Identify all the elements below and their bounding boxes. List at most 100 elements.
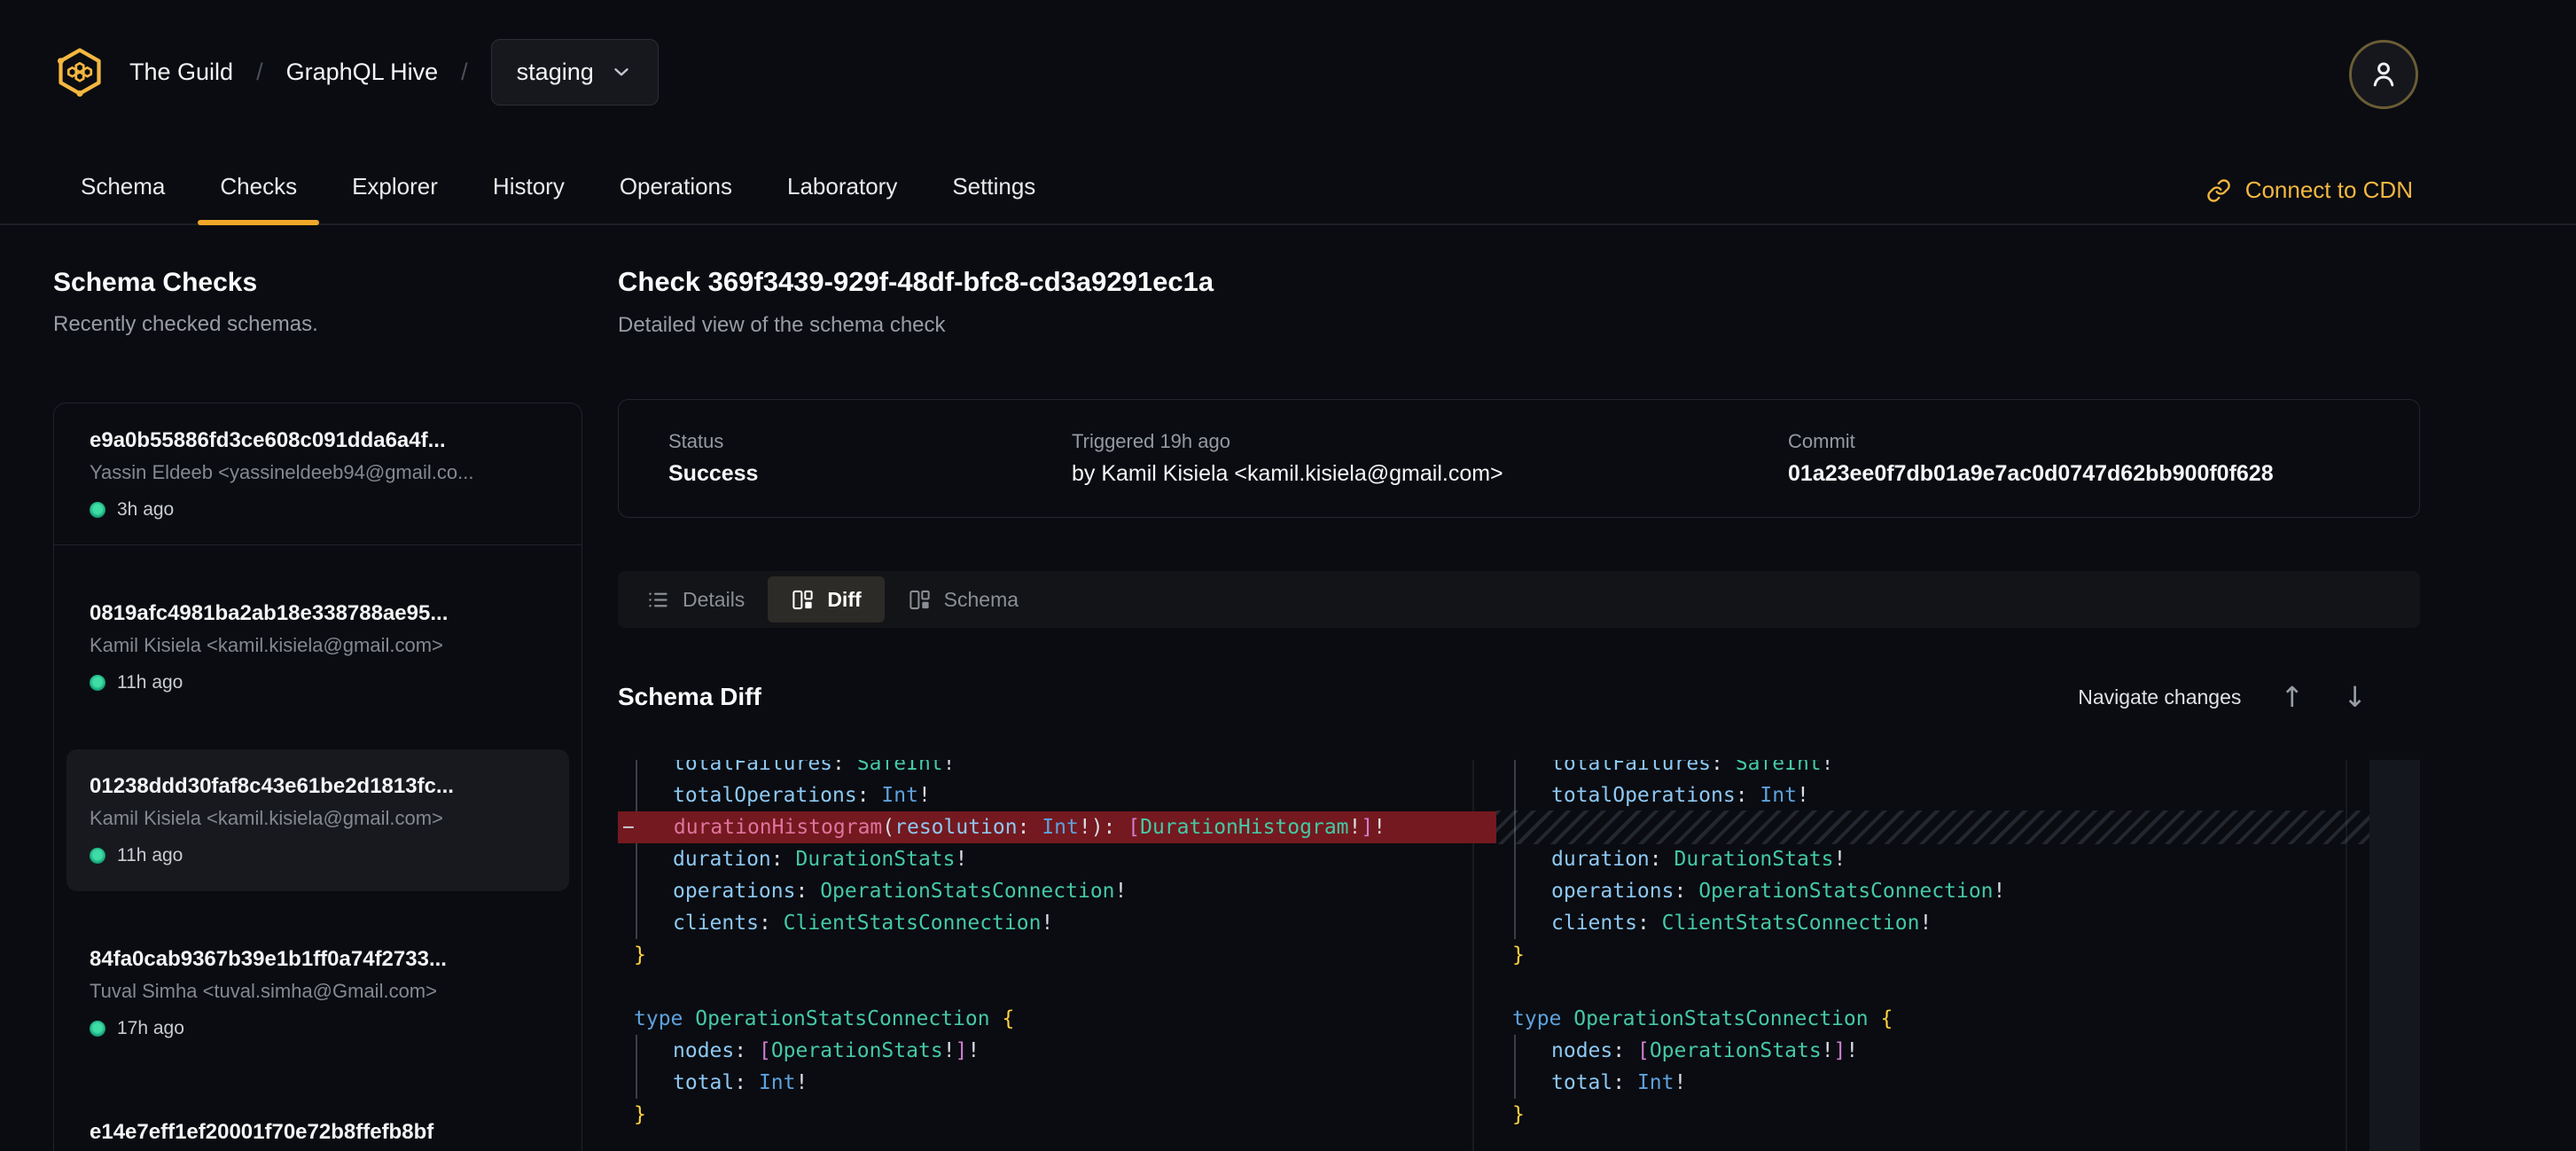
diff-blank-line	[618, 971, 1496, 1003]
line-marker	[618, 939, 634, 971]
code-text: duration: DurationStats!	[1512, 843, 1846, 875]
line-marker	[618, 875, 634, 907]
check-time-row: 3h ago	[90, 499, 546, 521]
user-icon	[2365, 56, 2402, 93]
nav-tab-operations[interactable]: Operations	[592, 149, 760, 223]
status-column: Status Success	[668, 430, 1072, 487]
view-tab-label: Details	[683, 588, 745, 612]
line-marker	[1496, 1003, 1512, 1035]
check-hash: 0819afc4981ba2ab18e338788ae95...	[90, 601, 546, 626]
breadcrumb-org[interactable]: The Guild	[129, 59, 233, 86]
code-text: type OperationStatsConnection {	[634, 1003, 1014, 1035]
diff-code-line: }	[1496, 939, 2369, 971]
arrow-down-icon[interactable]: ↓	[2343, 683, 2367, 711]
diff-code-line: nodes: [OperationStats!]!	[1496, 1035, 2369, 1067]
line-marker	[1496, 1067, 1512, 1099]
breadcrumb: The Guild / GraphQL Hive / staging	[53, 38, 659, 106]
commit-value: 01a23ee0f7db01a9e7ac0d0747d62bb900f0f628	[1788, 461, 2419, 487]
diff-code-line: totalFailures: SafeInt!	[1496, 760, 2369, 779]
code-text: clients: ClientStatsConnection!	[634, 907, 1053, 939]
connect-to-cdn-button[interactable]: Connect to CDN	[2206, 176, 2413, 204]
triggered-label: Triggered 19h ago	[1072, 430, 1788, 453]
nav-tab-explorer[interactable]: Explorer	[324, 149, 465, 223]
columns-icon	[791, 588, 815, 612]
target-selector[interactable]: staging	[491, 39, 659, 106]
nav-tab-schema[interactable]: Schema	[53, 149, 192, 223]
diff-code-line: operations: OperationStatsConnection!	[1496, 875, 2369, 907]
diff-removed-line: −durationHistogram(resolution: Int!): [D…	[618, 811, 1496, 843]
success-dot-icon	[90, 675, 105, 691]
nav-tab-label: Explorer	[352, 173, 438, 200]
commit-column: Commit 01a23ee0f7db01a9e7ac0d0747d62bb90…	[1788, 430, 2419, 487]
success-dot-icon	[90, 1021, 105, 1037]
schema-check-list-item[interactable]: 01238ddd30faf8c43e61be2d1813fc...Kamil K…	[66, 749, 569, 891]
columns-icon	[908, 588, 932, 612]
line-marker	[1496, 760, 1512, 779]
line-marker	[1496, 875, 1512, 907]
nav-tab-laboratory[interactable]: Laboratory	[760, 149, 925, 223]
view-tab-schema[interactable]: Schema	[885, 576, 1042, 622]
target-selector-value: staging	[517, 59, 594, 86]
link-icon	[2206, 178, 2231, 203]
chevron-down-icon	[610, 60, 633, 83]
check-time: 17h ago	[117, 1018, 184, 1039]
nav-tab-label: Checks	[220, 173, 297, 200]
status-value: Success	[668, 461, 1072, 487]
check-title: Check 369f3439-929f-48df-bfc8-cd3a9291ec…	[618, 266, 2420, 298]
code-text: duration: DurationStats!	[634, 843, 967, 875]
schema-checks-sidebar: Schema Checks Recently checked schemas. …	[0, 225, 618, 1151]
navigate-changes: Navigate changes ↑ ↓	[2078, 683, 2367, 711]
check-hash: e14e7eff1ef20001f70e72b8ffefb8bf	[90, 1120, 546, 1145]
diff-code-line: duration: DurationStats!	[1496, 843, 2369, 875]
status-label: Status	[668, 430, 1072, 453]
check-subtitle: Detailed view of the schema check	[618, 313, 2420, 338]
nav-tab-settings[interactable]: Settings	[925, 149, 1063, 223]
nav-tab-label: History	[493, 173, 565, 200]
diff-code-line: }	[618, 1099, 1496, 1131]
schema-checks-list: e9a0b55886fd3ce608c091dda6a4f...Yassin E…	[53, 403, 582, 1151]
diff-code-line: type OperationStatsConnection {	[1496, 1003, 2369, 1035]
nav-tab-checks[interactable]: Checks	[192, 149, 324, 223]
nav-tab-label: Settings	[952, 173, 1035, 200]
view-tab-label: Schema	[944, 588, 1019, 612]
schema-check-list-item[interactable]: e9a0b55886fd3ce608c091dda6a4f...Yassin E…	[54, 403, 582, 545]
diff-removed-placeholder	[1496, 810, 2369, 844]
schema-check-list-item[interactable]: 84fa0cab9367b39e1b1ff0a74f2733...Tuval S…	[54, 922, 582, 1064]
schema-check-list-item[interactable]: 0819afc4981ba2ab18e338788ae95...Kamil Ki…	[54, 576, 582, 718]
removed-marker: −	[618, 811, 635, 843]
line-marker	[618, 1035, 634, 1067]
nav-tab-history[interactable]: History	[465, 149, 592, 223]
breadcrumb-project[interactable]: GraphQL Hive	[286, 59, 439, 86]
navigate-changes-label: Navigate changes	[2078, 685, 2241, 709]
code-text: durationHistogram(resolution: Int!): [Du…	[635, 811, 1386, 843]
diff-code-line: totalFailures: SafeInt!	[618, 760, 1496, 779]
schema-check-list-item[interactable]: e14e7eff1ef20001f70e72b8ffefb8bf	[54, 1095, 582, 1151]
diff-code-line: total: Int!	[1496, 1067, 2369, 1099]
arrow-up-icon[interactable]: ↑	[2280, 683, 2304, 711]
view-tab-label: Diff	[827, 588, 861, 612]
diff-code-line: total: Int!	[618, 1067, 1496, 1099]
code-text: clients: ClientStatsConnection!	[1512, 907, 1932, 939]
view-tab-diff[interactable]: Diff	[768, 576, 884, 622]
code-text: total: Int!	[1512, 1067, 1686, 1099]
hive-logo-icon[interactable]	[53, 45, 106, 98]
diff-right-pane[interactable]: totalFailures: SafeInt!totalOperations: …	[1496, 760, 2369, 1151]
line-marker	[1496, 971, 1512, 1003]
check-time-row: 11h ago	[90, 845, 546, 866]
check-author: Tuval Simha <tuval.simha@Gmail.com>	[90, 980, 546, 1003]
schema-diff-header: Schema Diff Navigate changes ↑ ↓	[618, 677, 2420, 716]
success-dot-icon	[90, 502, 105, 518]
line-marker	[1496, 1035, 1512, 1067]
check-detail-panel: Check 369f3439-929f-48df-bfc8-cd3a9291ec…	[618, 225, 2420, 1151]
line-marker	[1496, 779, 1512, 811]
line-marker	[618, 760, 634, 779]
line-marker	[1496, 939, 1512, 971]
view-tab-details[interactable]: Details	[623, 576, 768, 622]
code-text: nodes: [OperationStats!]!	[634, 1035, 980, 1067]
diff-code-line: nodes: [OperationStats!]!	[618, 1035, 1496, 1067]
check-author: Kamil Kisiela <kamil.kisiela@gmail.com>	[90, 807, 546, 830]
diff-left-pane[interactable]: totalFailures: SafeInt!totalOperations: …	[618, 760, 1496, 1151]
user-menu-button[interactable]	[2349, 40, 2418, 109]
line-marker	[618, 779, 634, 811]
diff-scrollbar[interactable]	[2369, 760, 2420, 1151]
